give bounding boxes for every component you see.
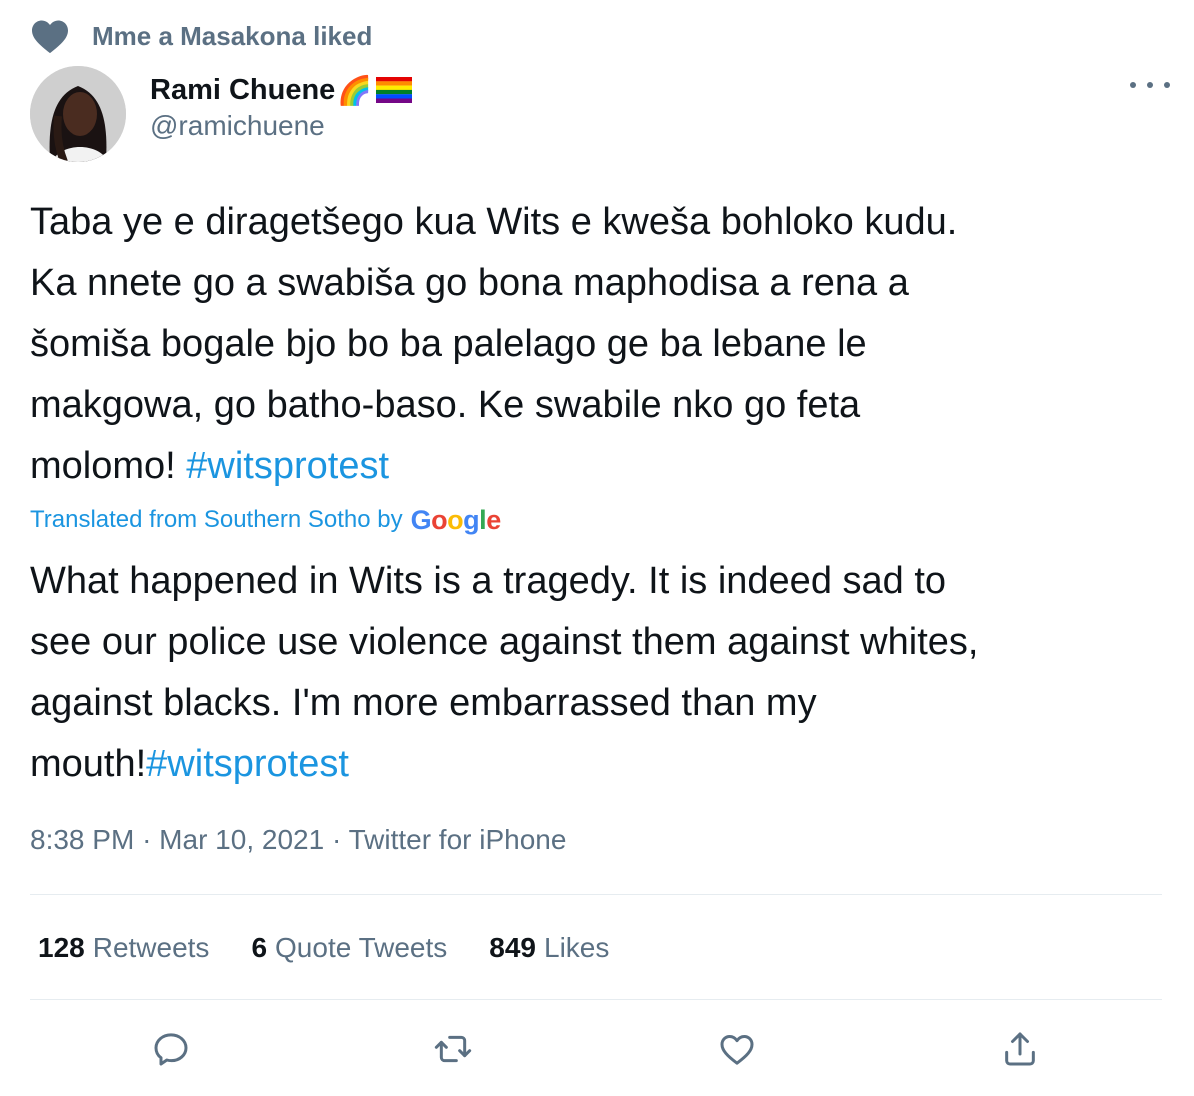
tweet-date[interactable]: Mar 10, 2021 (159, 824, 324, 855)
rainbow-emoji: 🌈 (337, 74, 373, 106)
translation-notice[interactable]: Translated from Southern Sotho by Google (30, 502, 501, 538)
tweet-line: molomo! #witsprotest (30, 436, 1170, 497)
tweet-meta: 8:38 PM · Mar 10, 2021 · Twitter for iPh… (30, 824, 566, 856)
tweet-text-end: molomo! (30, 445, 176, 487)
heart-icon (32, 20, 68, 54)
likes-count: 849 (489, 932, 536, 963)
retweet-button[interactable] (430, 1026, 476, 1072)
reply-button[interactable] (148, 1026, 194, 1072)
tweet-text: Taba ye e diragetšego kua Wits e kweša b… (30, 192, 1170, 497)
dot (1147, 82, 1153, 88)
rainbow-flag-icon (376, 77, 413, 103)
author-name-row[interactable]: Rami Chuene 🌈 (150, 70, 413, 110)
retweets-label: Retweets (92, 932, 210, 963)
divider (30, 894, 1162, 895)
retweet-icon (434, 1035, 472, 1063)
like-button[interactable] (714, 1026, 760, 1072)
quotes-count: 6 (251, 932, 268, 963)
author-handle[interactable]: @ramichuene (150, 110, 325, 142)
retweets-stat[interactable]: 128 Retweets (38, 932, 209, 964)
quote-tweets-stat[interactable]: 6 Quote Tweets (251, 932, 447, 964)
hashtag-link[interactable]: #witsprotest (146, 743, 349, 785)
quotes-label: Quote Tweets (275, 932, 448, 963)
avatar[interactable] (30, 66, 126, 162)
avatar-photo (30, 66, 126, 162)
separator: · (331, 824, 342, 855)
translated-line: What happened in Wits is a tragedy. It i… (30, 560, 947, 602)
tweet-stats: 128 Retweets 6 Quote Tweets 849 Likes (38, 926, 651, 970)
social-context-text[interactable]: Mme a Masakona liked (92, 21, 372, 52)
translated-text: What happened in Wits is a tragedy. It i… (30, 551, 1170, 795)
share-icon (1005, 1032, 1035, 1066)
retweets-count: 128 (38, 932, 85, 963)
tweet-line: Taba ye e diragetšego kua Wits e kweša b… (30, 201, 958, 243)
separator: · (142, 824, 152, 855)
dot (1164, 82, 1170, 88)
hashtag-link[interactable]: #witsprotest (186, 445, 389, 487)
tweet-source[interactable]: Twitter for iPhone (349, 824, 567, 855)
more-options-icon[interactable] (1130, 70, 1170, 100)
social-context: Mme a Masakona liked (30, 16, 372, 56)
share-button[interactable] (997, 1026, 1043, 1072)
tweet-line: šomiša bogale bjo bo ba palelago ge ba l… (30, 323, 867, 365)
translated-line: see our police use violence against them… (30, 621, 979, 663)
author-name[interactable]: Rami Chuene (150, 74, 335, 107)
like-icon (720, 1035, 754, 1065)
translated-line: mouth!#witsprotest (30, 734, 1170, 795)
translation-label: Translated from Southern Sotho by (30, 506, 403, 533)
translated-text-end: mouth! (30, 743, 147, 785)
tweet-line: makgowa, go batho-baso. Ke swabile nko g… (30, 384, 861, 426)
likes-label: Likes (544, 932, 610, 963)
translated-line: against blacks. I'm more embarrassed tha… (30, 682, 817, 724)
tweet-time[interactable]: 8:38 PM (30, 824, 134, 855)
google-logo: Google (410, 504, 502, 535)
reply-icon (154, 1033, 188, 1066)
divider (30, 999, 1162, 1000)
likes-stat[interactable]: 849 Likes (489, 932, 609, 964)
dot (1130, 82, 1136, 88)
tweet-line: Ka nnete go a swabiša go bona maphodisa … (30, 262, 909, 304)
